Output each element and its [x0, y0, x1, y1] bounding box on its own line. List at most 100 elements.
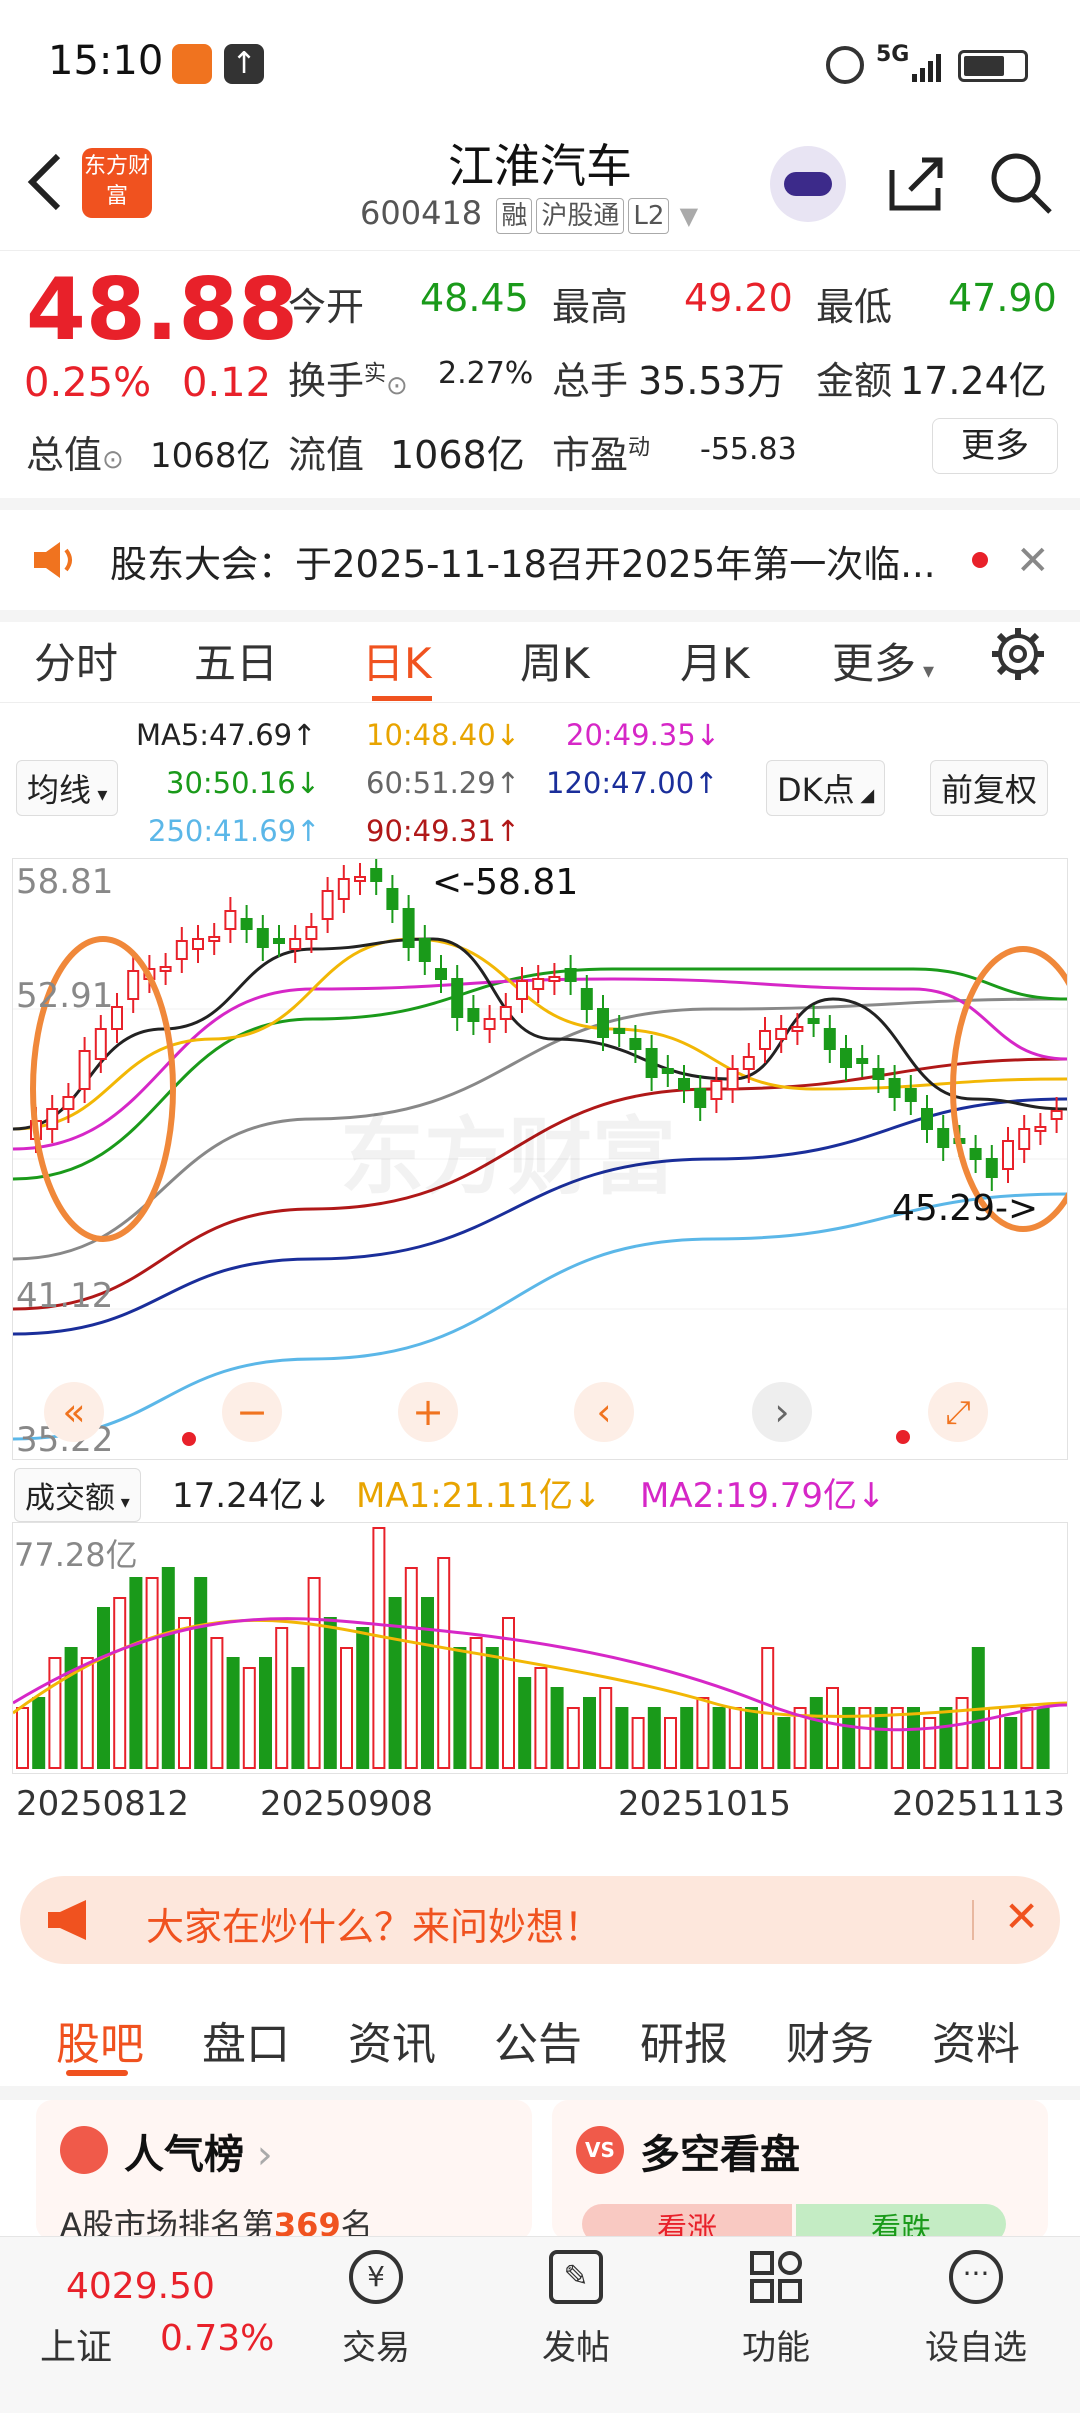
tag-connect: 沪股通: [536, 198, 625, 234]
current-price: 48.88: [26, 260, 299, 360]
more-dots-icon: ···: [949, 2250, 1003, 2304]
ma250-line: [12, 1192, 1068, 1441]
tag-level2: L2: [628, 198, 670, 234]
subtab-indicator: [66, 2070, 128, 2076]
volume-bar: [242, 1667, 256, 1769]
volume-bar: [194, 1577, 208, 1769]
expand-button[interactable]: ⤢: [928, 1382, 988, 1442]
signal-icon: [910, 48, 946, 84]
alarm-icon: [826, 46, 864, 84]
volume-selector[interactable]: 成交额 ▾: [14, 1468, 141, 1522]
nav-post[interactable]: ✎ 发帖: [506, 2250, 646, 2369]
candle-body: [62, 1096, 75, 1110]
subtab-finance[interactable]: 财务: [786, 2008, 874, 2072]
nav-functions-label: 功能: [742, 2328, 810, 2368]
tab-intraday[interactable]: 分时: [34, 630, 118, 691]
volume-bar: [161, 1567, 175, 1769]
search-icon[interactable]: [988, 150, 1054, 220]
candle-body: [483, 1018, 496, 1030]
volume-max-label: 77.28亿: [14, 1536, 138, 1574]
chevron-down-icon: ▼: [679, 202, 699, 230]
subtab-orderbook[interactable]: 盘口: [202, 2008, 290, 2072]
volume-bar: [210, 1637, 224, 1769]
tab-five-day[interactable]: 五日: [194, 630, 278, 691]
subtab-forum[interactable]: 股吧: [56, 2008, 144, 2072]
volume-bar: [178, 1617, 191, 1769]
edit-icon: ✎: [549, 2250, 603, 2304]
volume-chart[interactable]: [12, 1522, 1068, 1774]
dk-button[interactable]: DK点 ◢: [766, 760, 886, 816]
candle-body: [904, 1088, 917, 1102]
banner-close-icon[interactable]: ✕: [1004, 1892, 1039, 1941]
volume-bar: [615, 1707, 629, 1769]
prev-button[interactable]: ‹: [574, 1382, 634, 1442]
candle-body: [451, 978, 464, 1018]
candle-body: [159, 966, 172, 972]
settings-icon[interactable]: [990, 626, 1046, 686]
nav-functions[interactable]: 功能: [706, 2250, 846, 2369]
nav-watchlist[interactable]: ··· 设自选: [906, 2250, 1046, 2369]
candle-body: [402, 908, 415, 948]
bull-bear-card[interactable]: VS 多空看盘 看涨 看跌: [552, 2100, 1048, 2247]
nav-watchlist-label: 设自选: [925, 2328, 1027, 2368]
robot-avatar-icon[interactable]: [770, 146, 846, 222]
turnover-value: 2.27%: [438, 356, 534, 391]
ma20-label: 20:49.35↓: [566, 718, 720, 752]
volume-bar: [745, 1707, 758, 1769]
amount-label: 金额: [816, 359, 893, 403]
candle-body: [597, 1008, 609, 1038]
candle-body: [872, 1068, 885, 1080]
volume-bar: [145, 1577, 159, 1769]
nav-trade[interactable]: ¥ 交易: [306, 2250, 446, 2369]
index-percent: 0.73%: [160, 2318, 275, 2359]
candle-body: [580, 988, 593, 1010]
index-name: 上证: [40, 2327, 113, 2368]
popularity-card[interactable]: 人气榜 › A股市场排名第369名: [36, 2100, 532, 2244]
candle-body: [175, 940, 188, 960]
close-icon[interactable]: ✕: [1016, 538, 1050, 584]
volume-bar: [113, 1597, 127, 1769]
volume-bar: [437, 1557, 451, 1769]
rewind-button[interactable]: «: [44, 1382, 104, 1442]
notice-bar[interactable]: 股东大会：于2025-11-18召开2025年第一次临... ✕: [0, 498, 1080, 622]
next-button[interactable]: ›: [752, 1382, 812, 1442]
ma120-label: 120:47.00↑: [546, 766, 719, 800]
candle-body: [1002, 1140, 1014, 1170]
zoom-in-button[interactable]: +: [398, 1382, 458, 1442]
more-quote-button[interactable]: 更多: [932, 418, 1058, 474]
turnover-sup: 实: [364, 361, 387, 387]
subtab-news[interactable]: 资讯: [348, 2008, 436, 2072]
ma-selector[interactable]: 均线 ▾: [16, 760, 119, 816]
subtab-announcements[interactable]: 公告: [494, 2008, 582, 2072]
candle-body: [467, 1008, 480, 1022]
amount-value: 17.24亿: [900, 359, 1047, 403]
volume-label: 总手: [552, 359, 629, 403]
tab-monthly-k[interactable]: 月K: [680, 630, 750, 691]
notice-dot: [972, 552, 988, 568]
candle-body: [969, 1148, 982, 1160]
low-marker: 45.29->: [892, 1188, 1039, 1229]
subtab-reports[interactable]: 研报: [640, 2008, 728, 2072]
tab-daily-k[interactable]: 日K: [362, 630, 432, 691]
volume-bar: [631, 1717, 645, 1769]
candle-body: [678, 1078, 690, 1090]
stock-code-row[interactable]: 600418 融沪股通 L2 ▼: [360, 194, 698, 234]
candle-body: [645, 1048, 658, 1078]
volume-bar: [226, 1657, 240, 1769]
volume-bar: [80, 1657, 94, 1769]
zoom-out-button[interactable]: −: [222, 1382, 282, 1442]
candle-body: [661, 1068, 674, 1074]
high-label: 最高: [552, 285, 629, 329]
subtab-profile[interactable]: 资料: [932, 2008, 1020, 2072]
index-value[interactable]: 4029.50: [66, 2266, 215, 2307]
banner-text: 大家在炒什么？来问妙想！: [146, 1905, 603, 1949]
ask-banner[interactable]: 大家在炒什么？来问妙想！ ✕: [20, 1876, 1060, 1964]
candle-body: [240, 918, 253, 930]
tab-more[interactable]: 更多 ▾: [832, 630, 934, 691]
candle-body: [1050, 1110, 1063, 1120]
tab-weekly-k[interactable]: 周K: [520, 630, 590, 691]
share-icon[interactable]: [882, 150, 948, 220]
candle-body: [499, 1006, 512, 1020]
volume-bar: [728, 1707, 742, 1769]
adjust-button[interactable]: 前复权: [930, 760, 1049, 816]
